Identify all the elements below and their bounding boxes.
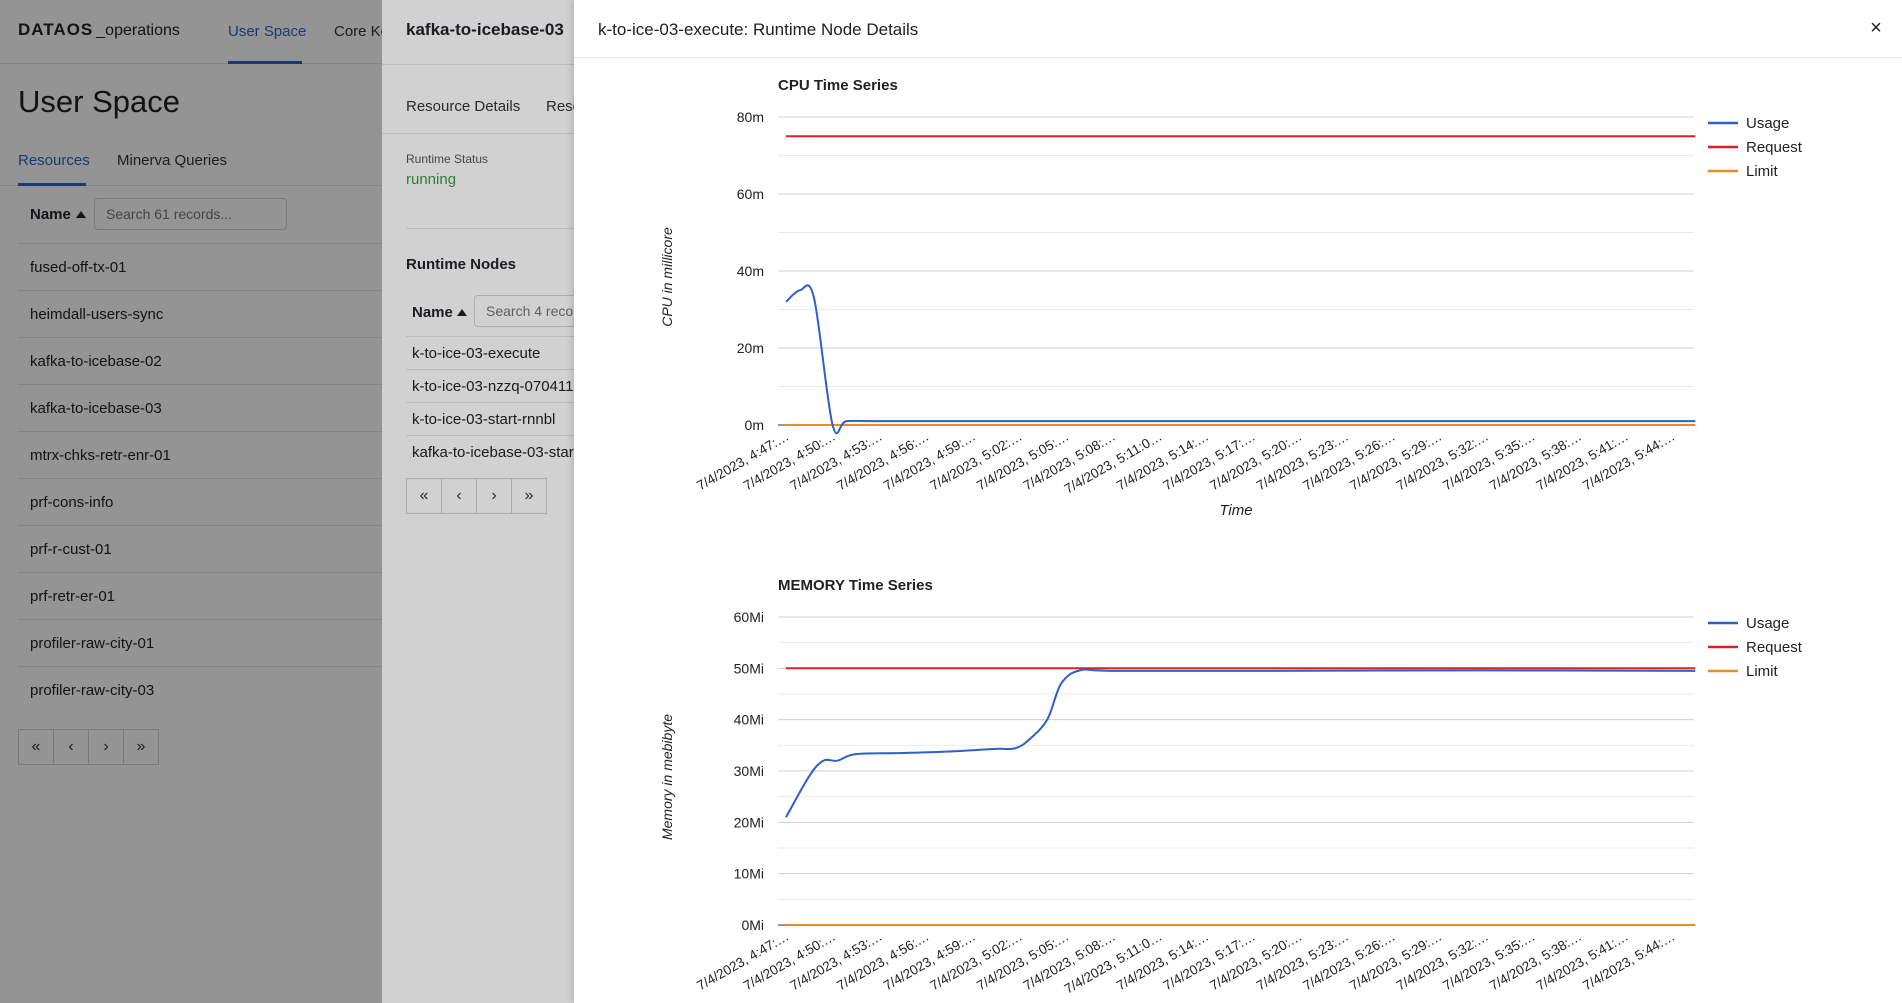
drawer-title: k-to-ice-03-execute: Runtime Node Detail… [598, 20, 919, 39]
close-icon[interactable]: × [1864, 16, 1888, 40]
y-tick-label: 50Mi [734, 660, 764, 676]
y-axis-label: Memory in mebibyte [659, 714, 675, 840]
y-tick-label: 0Mi [741, 917, 764, 933]
legend-label-request: Request [1746, 639, 1803, 656]
legend-label-request: Request [1746, 139, 1803, 156]
legend-label-limit: Limit [1746, 663, 1779, 680]
y-tick-label: 40m [737, 263, 764, 279]
drawer-header: k-to-ice-03-execute: Runtime Node Detail… [574, 0, 1902, 58]
memory-time-series-chart: MEMORY Time Series 0Mi 10Mi 20Mi 30Mi 40Mi 50M… [659, 577, 1803, 997]
y-tick-label: 40Mi [734, 712, 764, 728]
runtime-node-details-drawer: k-to-ice-03-execute: Runtime Node Detail… [574, 0, 1902, 1003]
series-line-usage [785, 284, 1696, 435]
x-axis-label: Time [1219, 502, 1252, 519]
y-tick-label: 20m [737, 340, 764, 356]
y-tick-label: 10Mi [734, 866, 764, 882]
modal-backdrop[interactable] [0, 0, 382, 1003]
y-tick-label: 0m [745, 417, 764, 433]
y-tick-label: 20Mi [734, 814, 764, 830]
y-axis-label: CPU in millicore [659, 227, 675, 327]
series-line-usage [785, 668, 1696, 818]
legend-label-limit: Limit [1746, 163, 1779, 180]
cpu-time-series-chart: CPU Time Series0m20m40m60m80m7/4/2023, 4… [659, 77, 1803, 519]
y-tick-label: 60m [737, 186, 764, 202]
y-tick-label: 80m [737, 109, 764, 125]
legend-label-usage: Usage [1746, 615, 1789, 632]
modal-backdrop[interactable] [382, 0, 574, 1003]
chart-title: MEMORY Time Series [778, 577, 933, 594]
chart-title: CPU Time Series [778, 77, 898, 94]
y-tick-label: 60Mi [734, 609, 764, 625]
y-tick-label: 30Mi [734, 763, 764, 779]
legend-label-usage: Usage [1746, 115, 1789, 132]
